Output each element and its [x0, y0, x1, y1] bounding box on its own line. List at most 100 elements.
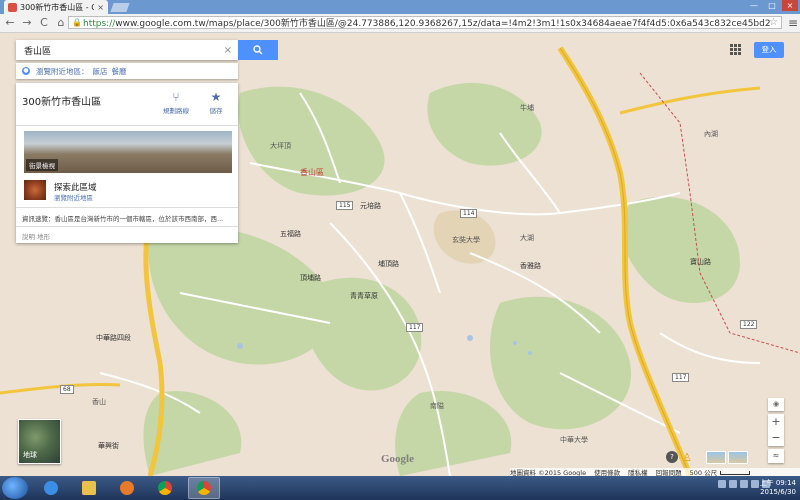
road-label: 寶山路 — [690, 258, 711, 266]
taskbar-clock[interactable]: 上午 09:14 2015/6/30 — [760, 479, 796, 497]
green-area — [238, 86, 385, 196]
green-area — [427, 83, 542, 166]
browser-toolbar: ← → C ⌂ 🔒 https://www.google.com.tw/maps… — [0, 14, 800, 33]
nearby-hotels-link[interactable]: 飯店 — [93, 66, 108, 77]
save-label: 儲存 — [209, 107, 223, 115]
apps-grid-icon[interactable] — [730, 44, 742, 56]
map-label: 香山 — [92, 398, 106, 406]
route-shield: 122 — [740, 320, 758, 329]
taskbar-media[interactable] — [112, 478, 142, 498]
map-label: 大坪頂 — [270, 142, 291, 150]
nearby-restaurants-link[interactable]: 餐廳 — [112, 66, 127, 77]
sign-in-button[interactable]: 登入 — [754, 42, 784, 58]
route-shield: 117 — [406, 323, 424, 332]
zoom-out-button[interactable]: − — [768, 430, 784, 446]
tab-title: 300新竹市香山區 - Goog — [20, 2, 94, 12]
nearby-label: 瀏覽附近地區： — [36, 66, 89, 76]
tray-icon[interactable] — [718, 480, 726, 488]
route-shield: 114 — [460, 209, 478, 218]
green-area — [621, 196, 740, 303]
map-label: 內湖 — [704, 130, 718, 138]
road-label: 元培路 — [360, 202, 381, 210]
search-input[interactable]: 香山區 — [24, 44, 224, 57]
map-label: 大湖 — [520, 234, 534, 242]
place-card: 300新竹市香山區 ⑂ 規劃路線 ★ 儲存 街景檢視 探索此區域 瀏覽附近地區 … — [16, 83, 238, 243]
folder-icon — [82, 481, 96, 495]
forward-button[interactable]: → — [20, 16, 34, 30]
url-text: https://www.google.com.tw/maps/place/300… — [83, 19, 771, 29]
taskbar-ie[interactable] — [36, 478, 66, 498]
lock-icon: 🔒 — [72, 18, 82, 27]
taskbar-chrome-active[interactable] — [188, 477, 220, 499]
road-label: 中華路四段 — [96, 334, 131, 342]
explore-thumbnail[interactable] — [24, 180, 46, 200]
earth-view-toggle[interactable]: 地球 — [18, 419, 61, 464]
maps-favicon-icon — [8, 2, 17, 12]
imagery-thumb[interactable] — [706, 451, 726, 464]
chrome-icon — [158, 481, 172, 495]
search-box[interactable]: 香山區 × — [16, 40, 238, 60]
windows-taskbar: 上午 09:14 2015/6/30 — [0, 476, 800, 500]
tab-close-icon[interactable]: × — [97, 3, 104, 12]
chrome-icon — [197, 481, 211, 495]
minimize-button[interactable]: — — [746, 0, 762, 11]
road-label: 埔頂路 — [378, 260, 399, 268]
divider — [16, 226, 238, 227]
clock-time: 上午 09:14 — [759, 479, 796, 487]
expand-icon[interactable]: ≈ — [768, 449, 784, 463]
search-icon — [253, 45, 263, 55]
map-label: 玄奘大學 — [452, 236, 480, 244]
directions-label: 規劃路線 — [163, 107, 189, 115]
browser-tab[interactable]: 300新竹市香山區 - Goog × — [4, 0, 108, 14]
taskbar-chrome[interactable] — [150, 478, 180, 498]
zoom-control: + − — [768, 414, 784, 446]
route-shield: 68 — [60, 385, 74, 394]
map-label: 中華大學 — [560, 436, 588, 444]
map-label: 南隘 — [430, 402, 444, 410]
start-button[interactable] — [2, 477, 28, 499]
zoom-in-button[interactable]: + — [768, 414, 784, 430]
street-view-label: 街景檢視 — [26, 159, 58, 171]
clear-search-icon[interactable]: × — [224, 45, 232, 56]
back-button[interactable]: ← — [3, 16, 17, 30]
new-tab-button[interactable] — [110, 3, 130, 12]
street-view-photo[interactable]: 街景檢視 — [24, 131, 232, 173]
chrome-menu-icon[interactable]: ≡ — [788, 16, 798, 30]
pegman-icon[interactable]: ♙ — [680, 451, 694, 465]
browser-titlebar: 300新竹市香山區 - Goog × — □ × — [0, 0, 800, 14]
divider — [16, 207, 238, 208]
taskbar-explorer[interactable] — [74, 478, 104, 498]
place-meta[interactable]: 說明 地形 — [22, 231, 50, 241]
road-label: 頂埔路 — [300, 274, 321, 282]
ie-icon — [44, 481, 58, 495]
directions-button[interactable]: ⑂ 規劃路線 — [156, 89, 196, 121]
help-icon[interactable]: ? — [666, 451, 678, 463]
directions-icon: ⑂ — [172, 90, 180, 104]
bookmark-star-icon[interactable]: ☆ — [769, 17, 778, 29]
divider — [16, 125, 238, 126]
close-window-button[interactable]: × — [782, 0, 798, 11]
imagery-thumb[interactable] — [728, 451, 748, 464]
route-shield: 115 — [336, 201, 354, 210]
save-button[interactable]: ★ 儲存 — [196, 89, 236, 121]
star-icon: ★ — [210, 90, 222, 104]
road-label: 華興街 — [98, 442, 119, 450]
tray-icon[interactable] — [729, 480, 737, 488]
explore-nearby-link[interactable]: 瀏覽附近地區 — [54, 192, 93, 202]
address-bar[interactable]: 🔒 https://www.google.com.tw/maps/place/3… — [68, 16, 782, 29]
window-controls: — □ × — [746, 0, 798, 11]
imagery-thumbnails[interactable] — [706, 451, 748, 464]
earth-label: 地球 — [23, 451, 37, 459]
tray-icon[interactable] — [740, 480, 748, 488]
my-location-icon[interactable]: ◉ — [768, 398, 784, 411]
maximize-button[interactable]: □ — [764, 0, 780, 11]
reload-button[interactable]: C — [37, 16, 51, 30]
tray-icon[interactable] — [751, 480, 759, 488]
map-label: 牛埔 — [520, 104, 534, 112]
road-label: 青青草原 — [350, 292, 378, 300]
search-button[interactable] — [238, 40, 278, 60]
media-player-icon — [120, 481, 134, 495]
route-shield: 117 — [672, 373, 690, 382]
green-area — [490, 296, 632, 430]
home-button[interactable]: ⌂ — [54, 16, 68, 30]
